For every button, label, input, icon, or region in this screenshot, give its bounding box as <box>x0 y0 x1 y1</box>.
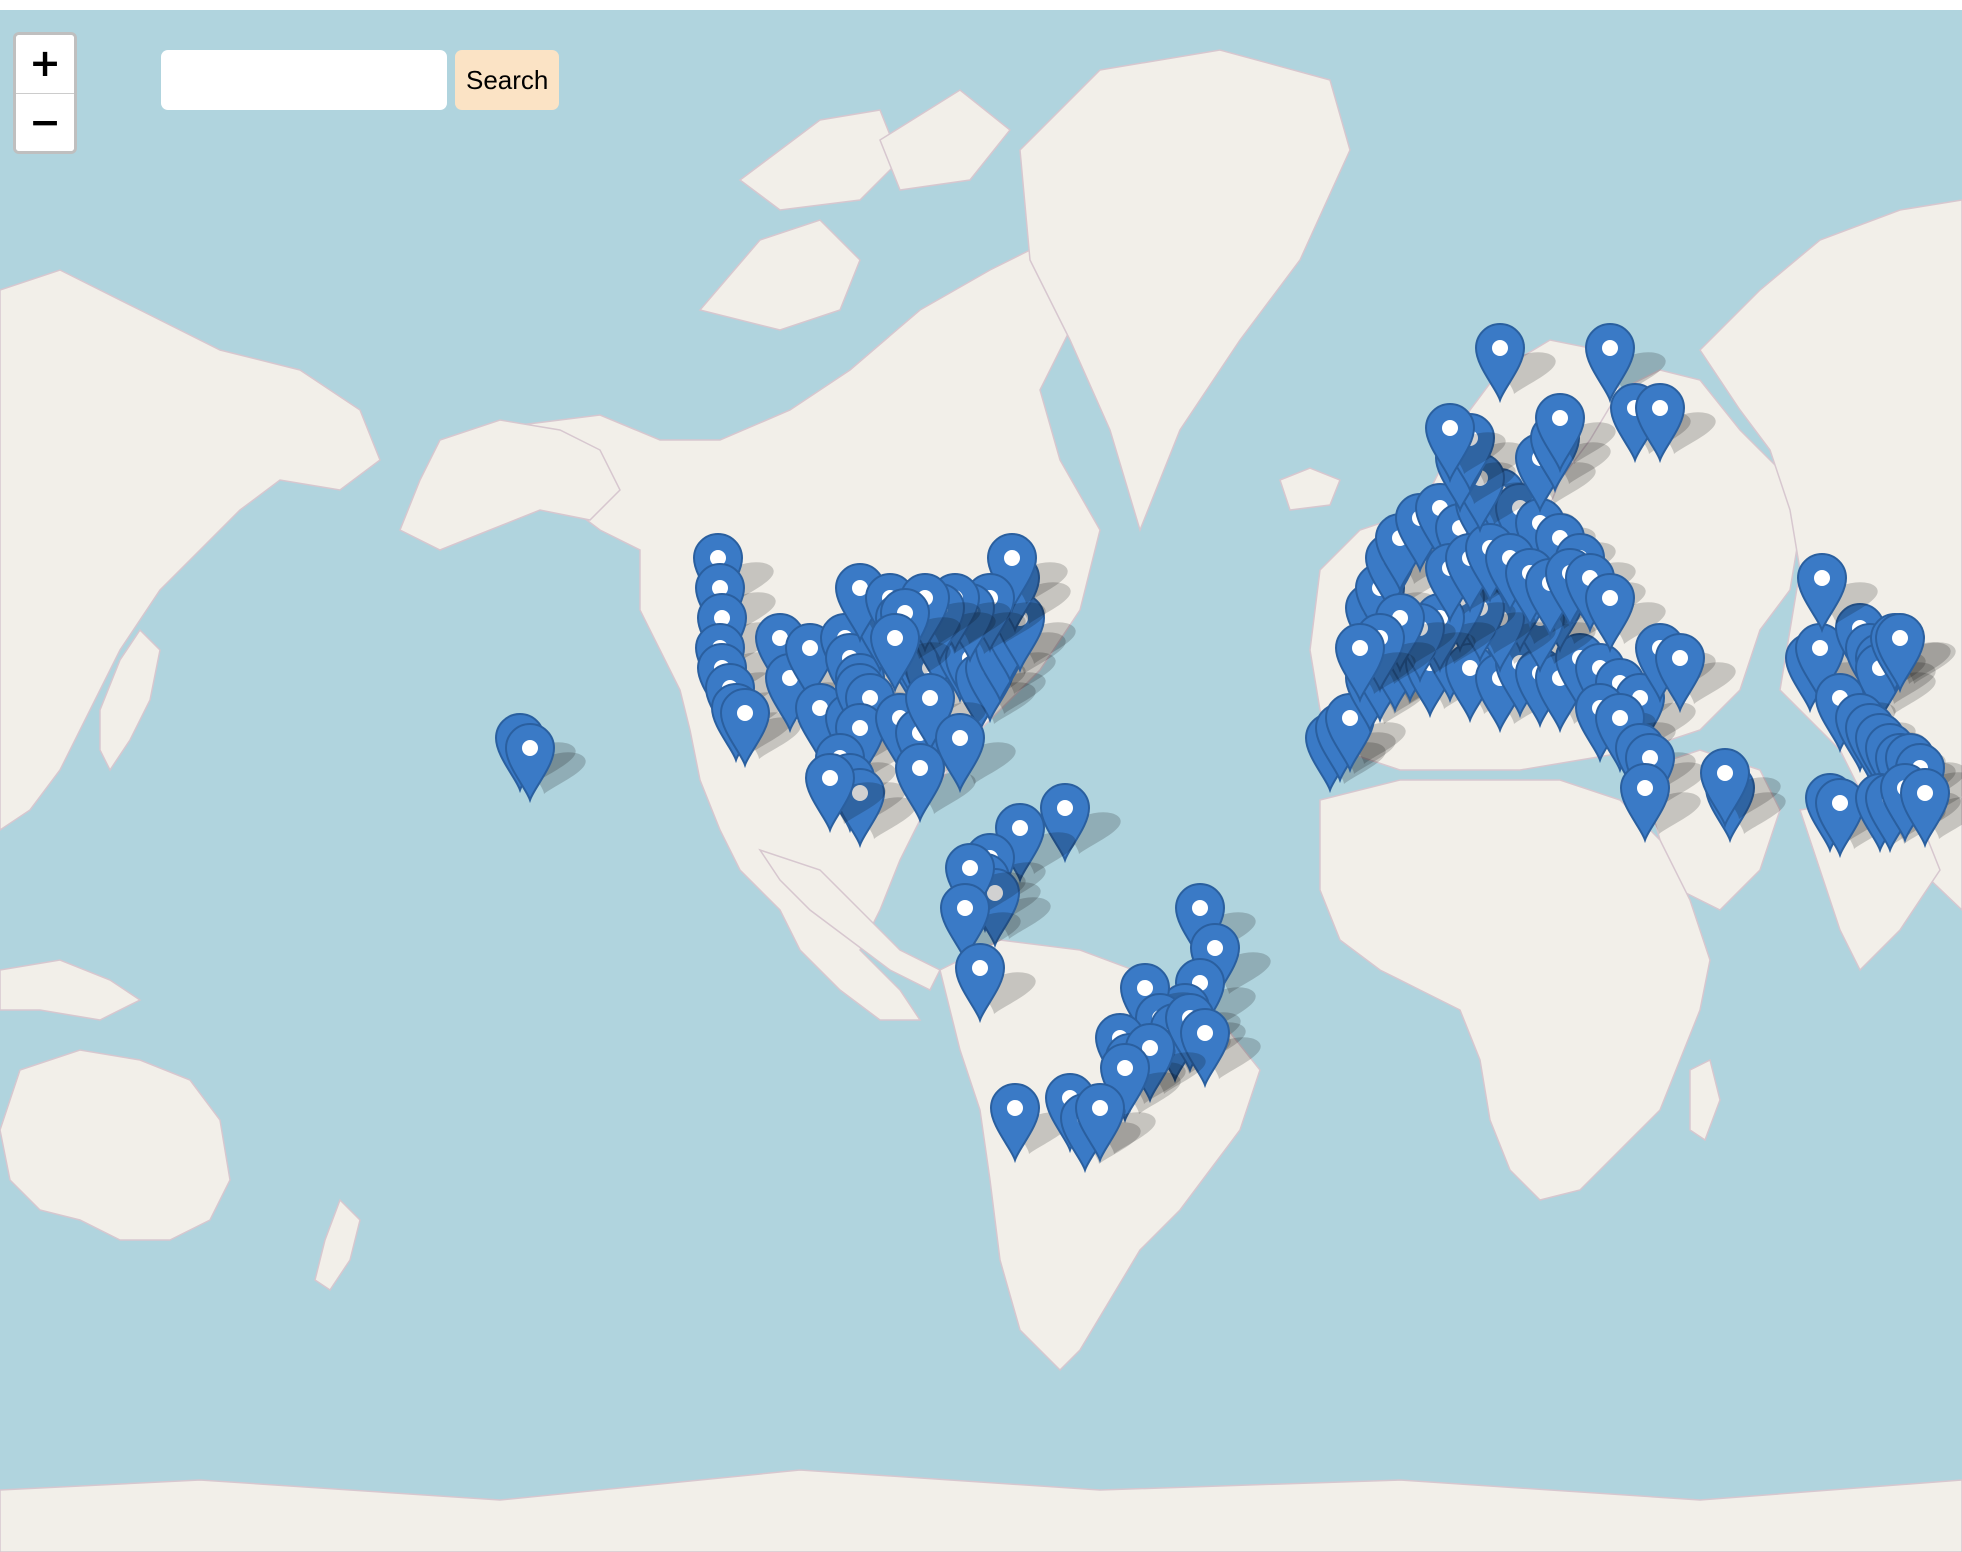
new-zealand-landmass <box>314 1198 361 1292</box>
marker-pin-dot <box>1814 570 1830 586</box>
marker-pin-dot <box>1917 785 1933 801</box>
marker-pin-dot <box>1352 640 1368 656</box>
marker-pin-dot <box>822 770 838 786</box>
marker-pin-dot <box>887 630 903 646</box>
arctic-islands <box>698 219 861 331</box>
southeast-asia-islands <box>0 959 142 1021</box>
marker-pin-dot <box>802 640 818 656</box>
marker-pin-dot <box>1492 340 1508 356</box>
zoom-control: + − <box>13 32 77 154</box>
east-asia-landmass-west <box>0 269 381 831</box>
madagascar-landmass <box>1689 1058 1721 1142</box>
marker-pin-dot <box>1637 780 1653 796</box>
marker-pin-dot <box>1602 340 1618 356</box>
marker-pin-dot <box>1717 765 1733 781</box>
search-input[interactable] <box>161 50 447 110</box>
search-box: Search <box>161 50 560 110</box>
map-viewport[interactable]: + − Search <box>0 10 1962 1552</box>
world-basemap <box>0 49 1962 1552</box>
marker-pin-dot <box>972 960 988 976</box>
marker-pin-dot <box>922 690 938 706</box>
marker-pin-dot <box>952 730 968 746</box>
marker-pin-dot <box>1197 1025 1213 1041</box>
marker-pin-dot <box>1892 630 1908 646</box>
antarctica-landmass <box>0 1469 1962 1552</box>
marker-pin-dot <box>1552 410 1568 426</box>
marker-pin-dot <box>1004 550 1020 566</box>
arctic-islands-3 <box>879 89 1012 191</box>
marker-pin-dot <box>1207 940 1223 956</box>
greenland-landmass <box>1019 49 1351 533</box>
marker-pin-dot <box>1812 640 1828 656</box>
marker-pin-dot <box>1007 1100 1023 1116</box>
marker-pin-dot <box>1092 1100 1108 1116</box>
marker-pin-dot <box>1672 650 1688 666</box>
marker-pin-dot <box>1192 900 1208 916</box>
australia-landmass <box>0 1049 231 1241</box>
search-button[interactable]: Search <box>455 50 560 110</box>
marker-pin-dot <box>1342 710 1358 726</box>
zoom-out-button[interactable]: − <box>16 94 74 151</box>
marker-pin-dot <box>737 705 753 721</box>
marker-pin-dot <box>1117 1060 1133 1076</box>
marker-pin-dot <box>1602 590 1618 606</box>
arctic-islands-2 <box>738 109 901 211</box>
africa-landmass <box>1319 779 1711 1201</box>
marker-pin-dot <box>957 900 973 916</box>
zoom-in-button[interactable]: + <box>16 35 74 94</box>
marker-pin-dot <box>1137 980 1153 996</box>
iceland-landmass <box>1279 467 1341 511</box>
marker-pin-dot <box>1612 710 1628 726</box>
marker-pin-dot <box>852 720 868 736</box>
marker-pin-dot <box>962 860 978 876</box>
marker-pin-dot <box>1832 795 1848 811</box>
marker-pin-dot <box>1442 420 1458 436</box>
marker-pin-dot <box>522 740 538 756</box>
marker-pin-dot <box>912 760 928 776</box>
marker-pin-dot <box>1652 400 1668 416</box>
marker-pin-dot <box>1012 820 1028 836</box>
marker-pin-dot <box>1057 800 1073 816</box>
